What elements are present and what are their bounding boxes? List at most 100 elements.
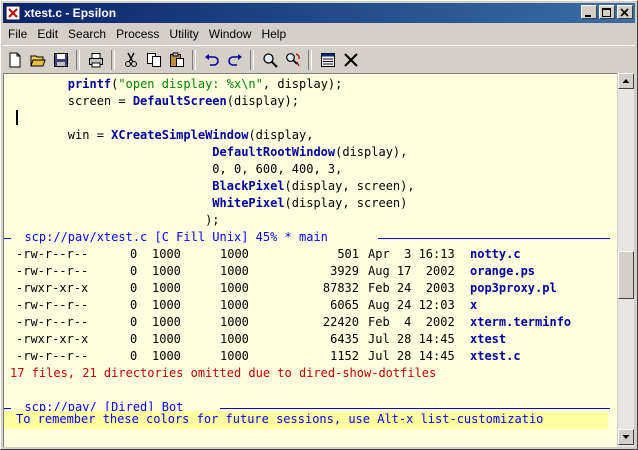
scroll-up-button[interactable] (618, 73, 634, 89)
epsilon-app-icon[interactable] (5, 5, 21, 21)
close-icon (620, 8, 629, 17)
dired-uid: 1000 (152, 349, 181, 363)
menu-process[interactable]: Process (111, 27, 164, 41)
mode-line-xtest: scp://pav/xtest.c [C Fill Unix] 45% * ma… (24, 230, 328, 244)
dired-size: 22420 (322, 315, 359, 329)
title-bar[interactable]: xtest.c - Epsilon (3, 3, 635, 23)
paste-icon (169, 52, 184, 67)
paste-button[interactable] (165, 49, 188, 71)
new-file-button[interactable] (3, 49, 26, 71)
dired-gid: 1000 (220, 349, 249, 363)
menu-window[interactable]: Window (204, 27, 257, 41)
menu-search[interactable]: Search (63, 27, 111, 41)
dired-gid: 1000 (220, 281, 249, 295)
scroll-thumb[interactable] (618, 251, 634, 299)
buffer-list-icon (320, 53, 335, 67)
open-folder-icon (29, 55, 46, 67)
menu-utility[interactable]: Utility (164, 27, 203, 41)
copy-button[interactable] (142, 49, 165, 71)
dired-size: 6435 (330, 332, 359, 346)
dired-uid: 1000 (152, 281, 181, 295)
close-window-button[interactable] (617, 5, 633, 19)
dired-uid: 1000 (152, 247, 181, 261)
cut-button[interactable] (119, 49, 142, 71)
minimize-button[interactable] (581, 5, 597, 19)
new-file-icon (9, 52, 20, 68)
maximize-icon (602, 8, 611, 17)
dired-file-name[interactable]: x (470, 297, 477, 314)
dired-gid: 1000 (220, 298, 249, 312)
dired-file-name[interactable]: xterm.terminfo (470, 314, 571, 331)
dired-file-name[interactable]: pop3proxy.pl (470, 280, 557, 297)
find-button[interactable] (258, 49, 281, 71)
dired-file-name[interactable]: notty.c (470, 246, 521, 263)
scroll-down-button[interactable] (618, 429, 634, 445)
dired-file-name[interactable]: orange.ps (470, 263, 535, 280)
echo-message: To remember these colors for future sess… (16, 412, 544, 426)
dired-gid: 1000 (220, 264, 249, 278)
code-line: DefaultRootWindow(display), (212, 145, 408, 159)
dired-gid: 1000 (220, 332, 249, 346)
dired-links: 0 (130, 315, 138, 329)
code-line: printf("open display: %x\n", display); (67, 77, 343, 91)
replace-button[interactable] (281, 49, 304, 71)
dired-date: Aug 17 2002 (368, 264, 455, 278)
maximize-button[interactable] (599, 5, 615, 19)
code-line: win = XCreateSimpleWindow(display, (67, 128, 314, 142)
code-line: WhitePixel(display, screen) (212, 196, 408, 210)
editor-pane[interactable]: printf("open display: %x\n", display); s… (3, 73, 617, 447)
print-button[interactable] (84, 49, 107, 71)
dired-size: 3929 (330, 264, 359, 278)
dired-size: 1152 (330, 349, 359, 363)
menu-help[interactable]: Help (256, 27, 291, 41)
window-title: xtest.c - Epsilon (24, 6, 117, 20)
dired-file-name[interactable]: xtest (470, 331, 506, 348)
dired-perm: -rwxr-xr-x (16, 281, 89, 295)
vertical-scrollbar[interactable] (618, 73, 634, 447)
dired-perm: -rw-r--r-- (16, 298, 89, 312)
save-button[interactable] (49, 49, 72, 71)
cut-icon (124, 52, 137, 67)
dired-gid: 1000 (220, 247, 249, 261)
dired-links: 0 (130, 332, 138, 346)
dired-perm: -rw-r--r-- (16, 349, 89, 363)
find-icon (262, 53, 278, 68)
dired-date: Aug 24 12:03 (368, 298, 455, 312)
menu-edit[interactable]: Edit (32, 27, 63, 41)
dired-uid: 1000 (152, 332, 181, 346)
code-line: 0, 0, 600, 400, 3, (212, 162, 343, 176)
undo-button[interactable] (200, 49, 223, 71)
dired-size: 6065 (330, 298, 359, 312)
minimize-icon (585, 15, 591, 17)
save-icon (53, 53, 68, 67)
dired-date: Apr 3 16:13 (368, 247, 455, 261)
dired-perm: -rw-r--r-- (16, 264, 89, 278)
dired-date: Feb 24 2003 (368, 281, 455, 295)
open-button[interactable] (26, 49, 49, 71)
close-buffer-button[interactable] (339, 49, 362, 71)
app-window: xtest.c - Epsilon File Edit Search Proce… (0, 0, 638, 450)
menu-bar: File Edit Search Process Utility Window … (3, 24, 291, 43)
dired-file-name[interactable]: xtest.c (470, 348, 521, 365)
dired-uid: 1000 (152, 264, 181, 278)
close-icon (343, 53, 358, 67)
dired-perm: -rwxr-xr-x (16, 332, 89, 346)
dired-uid: 1000 (152, 298, 181, 312)
redo-icon (227, 54, 242, 66)
menu-file[interactable]: File (3, 27, 32, 41)
dired-uid: 1000 (152, 315, 181, 329)
echo-area: To remember these colors for future sess… (4, 411, 608, 429)
dired-note: 17 files, 21 directories omitted due to … (10, 366, 437, 380)
buffer-list-button[interactable] (316, 49, 339, 71)
copy-icon (146, 53, 161, 67)
arrow-down-icon (622, 435, 630, 439)
code-line: BlackPixel(display, screen), (212, 179, 415, 193)
dired-date: Feb 4 2002 (368, 315, 455, 329)
undo-icon (204, 54, 219, 66)
redo-button[interactable] (223, 49, 246, 71)
dired-perm: -rw-r--r-- (16, 315, 89, 329)
text-cursor (16, 110, 18, 125)
replace-icon (285, 53, 300, 67)
print-icon (88, 53, 103, 68)
dired-date: Jul 28 14:45 (368, 332, 455, 346)
